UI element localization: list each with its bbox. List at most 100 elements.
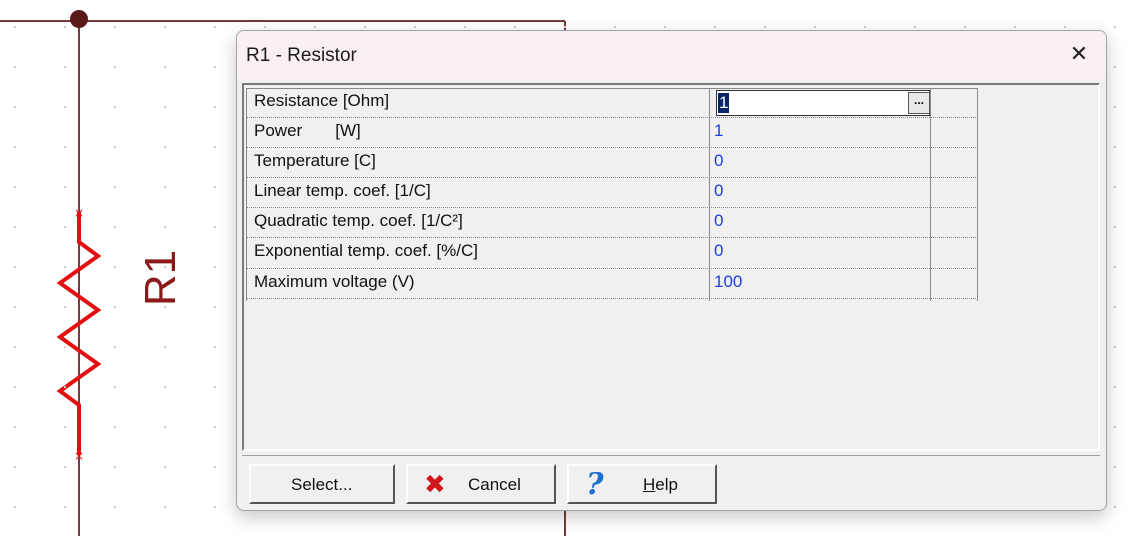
grid-dot [164, 186, 166, 188]
property-value[interactable]: 0 [714, 241, 723, 261]
grid-dot [614, 26, 616, 28]
grid-dot [164, 386, 166, 388]
grid-dot [114, 306, 116, 308]
property-value[interactable]: 0 [714, 211, 723, 231]
grid-dot [14, 26, 16, 28]
grid-dot [114, 346, 116, 348]
grid-dot [114, 266, 116, 268]
cancel-x-icon: ✖ [424, 470, 446, 500]
grid-dot [164, 106, 166, 108]
grid-dot [214, 106, 216, 108]
ellipsis-button[interactable]: ... [908, 92, 930, 114]
property-row[interactable]: Linear temp. coef. [1/C] 0 [246, 178, 978, 209]
property-label: Resistance [Ohm] [254, 91, 390, 110]
grid-dot [214, 186, 216, 188]
grid-dot [214, 306, 216, 308]
grid-dot [1114, 466, 1116, 468]
property-value[interactable]: 0 [714, 181, 723, 201]
property-row[interactable]: Quadratic temp. coef. [1/C²] 0 [246, 208, 978, 239]
cancel-button-label: Cancel [468, 475, 521, 494]
grid-dot [114, 466, 116, 468]
grid-dot [214, 266, 216, 268]
grid-dot [64, 186, 66, 188]
grid-dot [114, 506, 116, 508]
grid-dot [1114, 386, 1116, 388]
grid-dot [14, 106, 16, 108]
pin-marker-top: × [74, 206, 84, 220]
grid-dot [164, 306, 166, 308]
grid-dot [214, 466, 216, 468]
grid-dot [214, 66, 216, 68]
grid-dot [214, 146, 216, 148]
grid-dot [164, 426, 166, 428]
grid-dot [14, 306, 16, 308]
grid-dot [1114, 346, 1116, 348]
help-label-rest: elp [655, 475, 678, 494]
grid-dot [214, 386, 216, 388]
grid-dot [14, 146, 16, 148]
grid-dot [164, 146, 166, 148]
grid-dot [14, 346, 16, 348]
grid-dot [114, 66, 116, 68]
grid-dot [414, 26, 416, 28]
grid-dot [114, 186, 116, 188]
help-button-label: Help [643, 475, 678, 495]
grid-dot [1114, 306, 1116, 308]
grid-dot [464, 26, 466, 28]
cancel-button[interactable]: ✖ Cancel [406, 464, 556, 504]
grid-dot [214, 26, 216, 28]
grid-dot [14, 266, 16, 268]
grid-border-right [977, 88, 978, 301]
pin-marker-bottom: × [74, 449, 84, 463]
grid-dot [64, 466, 66, 468]
grid-dot [814, 26, 816, 28]
property-value[interactable]: 100 [714, 272, 742, 292]
grid-dot [1114, 506, 1116, 508]
grid-dot [1064, 26, 1066, 28]
property-label: Exponential temp. coef. [%/C] [254, 241, 478, 261]
grid-dot [1114, 266, 1116, 268]
select-button[interactable]: Select... [249, 464, 395, 504]
grid-dot [64, 146, 66, 148]
grid-dot [164, 266, 166, 268]
grid-column-divider [930, 88, 931, 301]
grid-dot [64, 26, 66, 28]
grid-dot [64, 386, 66, 388]
grid-dot [64, 426, 66, 428]
close-icon[interactable]: ✕ [1062, 39, 1096, 71]
dialog-title: R1 - Resistor [246, 45, 357, 66]
property-label: Maximum voltage (V) [254, 271, 415, 291]
property-row[interactable]: Power [W] 1 [246, 118, 978, 149]
grid-dot [64, 346, 66, 348]
grid-border-left [246, 88, 247, 301]
grid-dot [164, 66, 166, 68]
grid-dot [264, 26, 266, 28]
property-label: Power [W] [254, 121, 361, 141]
grid-dot [64, 226, 66, 228]
grid-dot [64, 266, 66, 268]
grid-dot [364, 26, 366, 28]
property-row[interactable]: Resistance [Ohm] 1 ... [246, 88, 978, 119]
property-label: Temperature [C] [254, 151, 376, 171]
grid-dot [1114, 226, 1116, 228]
property-row[interactable]: Temperature [C] 0 [246, 148, 978, 179]
grid-dot [164, 466, 166, 468]
property-value[interactable]: 0 [714, 151, 723, 171]
grid-dot [114, 226, 116, 228]
grid-dot [14, 66, 16, 68]
edit-value[interactable]: 1 [718, 93, 730, 113]
grid-dot [214, 506, 216, 508]
help-button[interactable]: ? Help [567, 464, 717, 504]
property-value[interactable]: 1 [714, 121, 723, 141]
value-edit-field[interactable]: 1 [716, 90, 930, 116]
grid-dot [664, 26, 666, 28]
properties-grid: Resistance [Ohm] 1 ... Power [W] 1 Tempe… [246, 88, 978, 301]
grid-border-top [246, 88, 978, 89]
title-bar[interactable]: R1 - Resistor ✕ [237, 31, 1106, 79]
grid-dot [14, 506, 16, 508]
grid-dot [114, 106, 116, 108]
property-row[interactable]: Exponential temp. coef. [%/C] 0 [246, 238, 978, 269]
property-row[interactable]: Maximum voltage (V) 100 [246, 269, 978, 299]
button-bar: Select... ✖ Cancel ? Help [242, 455, 1100, 506]
grid-dot [1114, 426, 1116, 428]
